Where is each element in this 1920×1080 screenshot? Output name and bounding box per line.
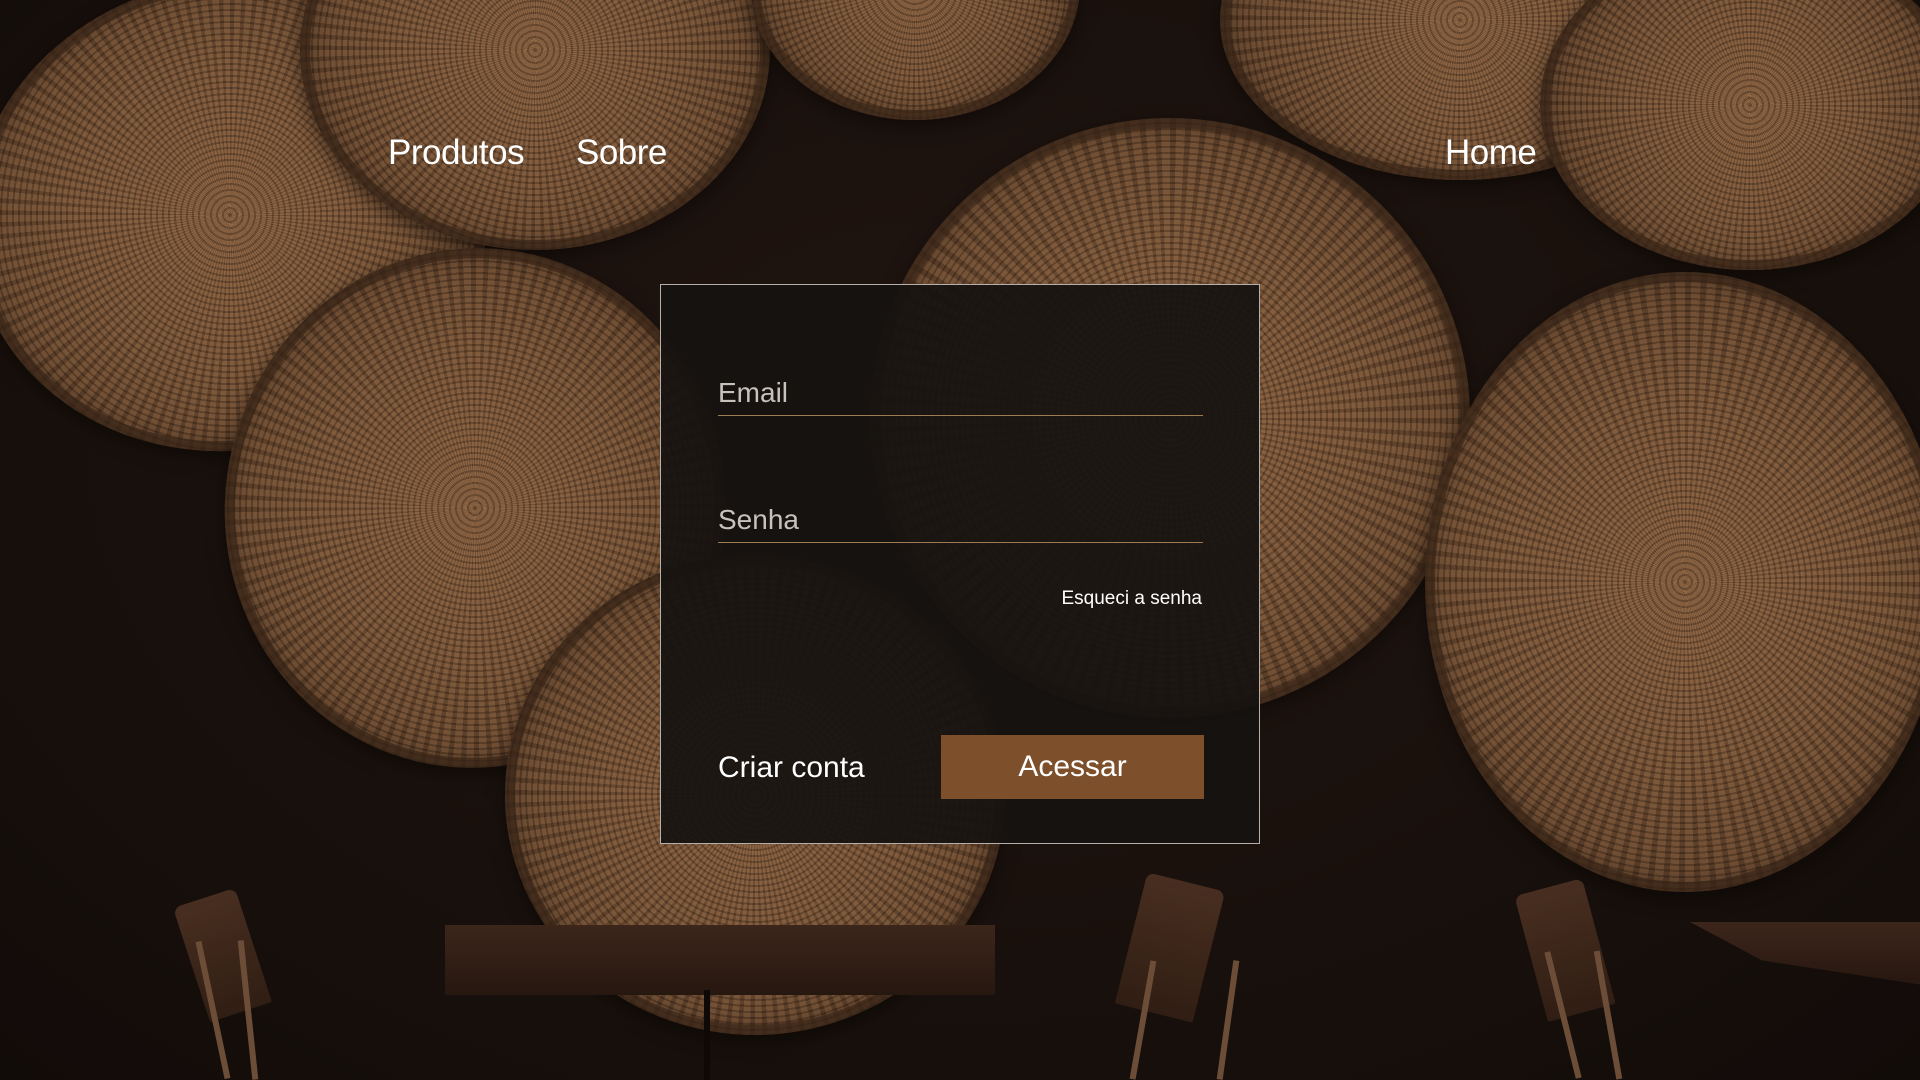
nav-link-sobre[interactable]: Sobre	[576, 133, 667, 173]
email-field[interactable]	[718, 377, 1203, 416]
submit-button[interactable]: Acessar	[941, 735, 1204, 799]
create-account-link[interactable]: Criar conta	[718, 751, 865, 785]
page: Produtos Sobre Home Esqueci a senha Cria…	[0, 0, 1920, 1080]
forgot-password-link[interactable]: Esqueci a senha	[1062, 588, 1203, 610]
nav-link-produtos[interactable]: Produtos	[388, 133, 525, 173]
password-field[interactable]	[718, 504, 1203, 543]
nav-link-home[interactable]: Home	[1445, 133, 1537, 173]
login-card: Esqueci a senha Criar conta Acessar	[660, 284, 1260, 844]
